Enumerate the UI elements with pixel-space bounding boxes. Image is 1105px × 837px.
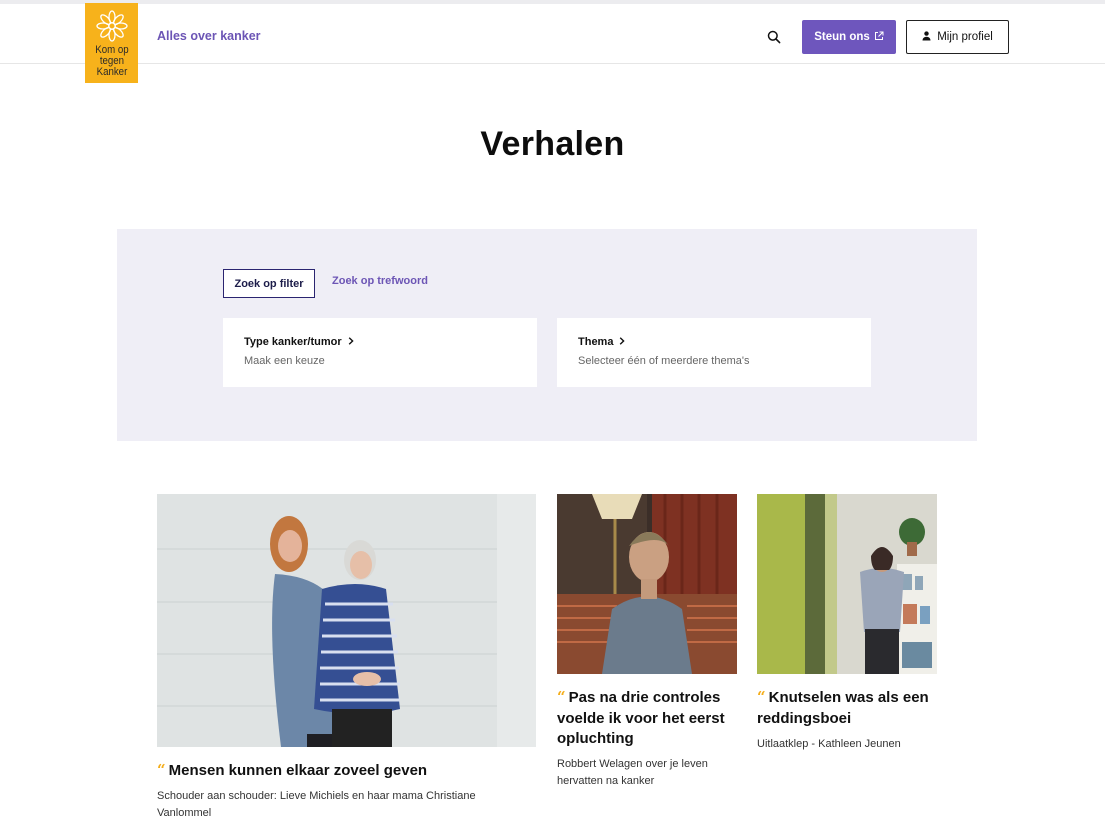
tab-zoek-op-filter[interactable]: Zoek op filter (223, 269, 315, 298)
filter-type-kanker[interactable]: Type kanker/tumor Maak een keuze (223, 318, 537, 387)
quote-icon: “ (157, 761, 166, 779)
tab-zoek-op-trefwoord[interactable]: Zoek op trefwoord (332, 275, 428, 287)
story-photo[interactable] (557, 494, 737, 674)
filter-card-subtitle: Selecteer één of meerdere thema's (578, 355, 750, 367)
story-title[interactable]: “Knutselen was als een reddingsboei (757, 687, 947, 729)
story-title-text: Knutselen was als een reddingsboei (757, 689, 929, 727)
story-card[interactable]: “Pas na drie controles voelde ik voor he… (557, 494, 738, 794)
filter-card-title: Type kanker/tumor (244, 336, 354, 348)
story-title-text: Mensen kunnen elkaar zoveel geven (168, 762, 428, 779)
mijn-profiel-label: Mijn profiel (937, 31, 993, 43)
steun-ons-button[interactable]: Steun ons (802, 20, 896, 54)
filter-card-label: Thema (578, 336, 614, 348)
quote-icon: “ (557, 688, 566, 706)
mijn-profiel-button[interactable]: Mijn profiel (906, 20, 1009, 54)
filter-card-label: Type kanker/tumor (244, 336, 342, 348)
story-photo[interactable] (757, 494, 937, 674)
story-subtitle: Uitlaatklep - Kathleen Jeunen (757, 738, 901, 750)
filter-card-title: Thema (578, 336, 626, 348)
site-header: Alles over kanker Steun ons Mijn profiel (0, 4, 1105, 64)
page-title: Verhalen (480, 125, 625, 163)
logo-kom-op-tegen-kanker[interactable]: Kom op tegen Kanker (85, 3, 138, 83)
story-photo[interactable] (157, 494, 536, 747)
story-card[interactable]: “Mensen kunnen elkaar zoveel geven Schou… (157, 494, 537, 824)
story-title[interactable]: “Pas na drie controles voelde ik voor he… (557, 687, 738, 750)
filter-thema[interactable]: Thema Selecteer één of meerdere thema's (557, 318, 871, 387)
steun-ons-label: Steun ons (814, 31, 870, 43)
chevron-right-icon (348, 336, 354, 348)
story-title-text: Pas na drie controles voelde ik voor het… (557, 689, 725, 747)
story-subtitle: Robbert Welagen over je leven hervatten … (557, 758, 708, 787)
filter-panel: Zoek op filter Zoek op trefwoord Type ka… (117, 229, 977, 441)
flower-logo-icon (95, 10, 128, 42)
logo-line: Kanker (96, 66, 127, 78)
external-link-icon (874, 31, 884, 44)
user-icon (922, 30, 931, 44)
story-title[interactable]: “Mensen kunnen elkaar zoveel geven (157, 760, 537, 782)
story-card[interactable]: “Knutselen was als een reddingsboei Uitl… (757, 494, 947, 764)
nav-link-alles-over-kanker[interactable]: Alles over kanker (157, 29, 261, 43)
filter-card-subtitle: Maak een keuze (244, 355, 325, 367)
logo-text: Kom op tegen Kanker (95, 45, 128, 78)
story-subtitle: Schouder aan schouder: Lieve Michiels en… (157, 790, 476, 819)
quote-icon: “ (757, 688, 766, 706)
search-icon[interactable] (767, 30, 783, 46)
chevron-right-icon (619, 336, 626, 348)
